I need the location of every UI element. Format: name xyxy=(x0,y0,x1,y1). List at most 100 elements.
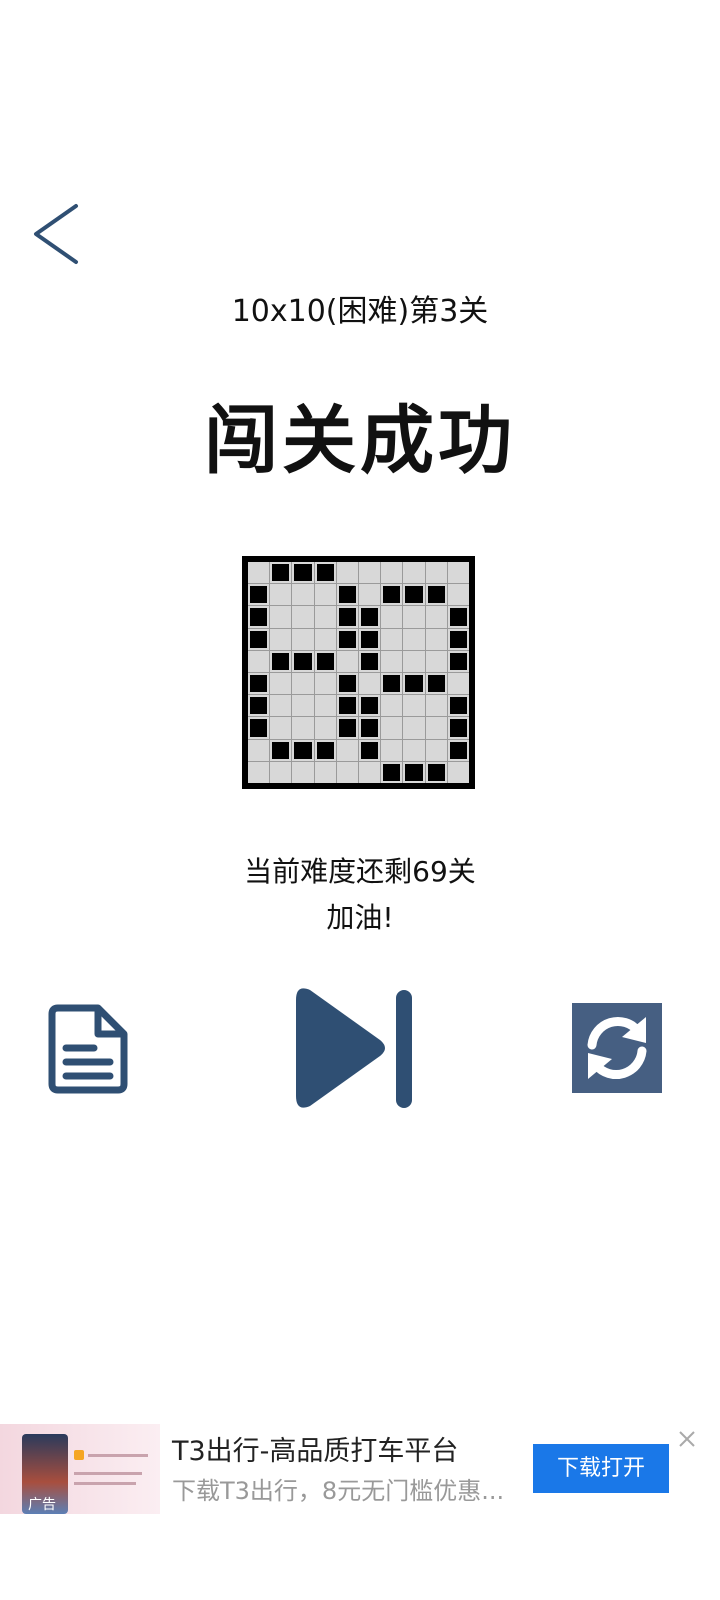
empty-cell xyxy=(336,650,358,672)
puzzle-grid xyxy=(248,562,469,783)
remaining-levels-text: 当前难度还剩69关 xyxy=(244,855,476,888)
next-level-button[interactable] xyxy=(288,984,418,1112)
empty-cell xyxy=(359,673,381,695)
empty-cell xyxy=(248,761,270,783)
filled-cell xyxy=(270,739,292,761)
filled-cell xyxy=(359,739,381,761)
ad-description[interactable]: 下载T3出行，8元无门槛优惠... xyxy=(172,1474,512,1508)
empty-cell xyxy=(314,628,336,650)
ad-thumbnail-text-line xyxy=(88,1454,148,1457)
empty-cell xyxy=(314,584,336,606)
empty-cell xyxy=(270,717,292,739)
filled-cell xyxy=(248,584,270,606)
filled-cell xyxy=(403,584,425,606)
empty-cell xyxy=(248,650,270,672)
empty-cell xyxy=(292,628,314,650)
empty-cell xyxy=(403,695,425,717)
empty-cell xyxy=(314,761,336,783)
ad-banner[interactable]: 广告 T3出行-高品质打车平台 下载T3出行，8元无门槛优惠... 下载打开 xyxy=(0,1420,720,1520)
empty-cell xyxy=(425,695,447,717)
empty-cell xyxy=(447,584,469,606)
rules-button[interactable] xyxy=(46,1000,132,1096)
filled-cell xyxy=(447,606,469,628)
filled-cell xyxy=(336,717,358,739)
empty-cell xyxy=(248,562,270,584)
filled-cell xyxy=(248,673,270,695)
empty-cell xyxy=(381,606,403,628)
filled-cell xyxy=(336,584,358,606)
empty-cell xyxy=(381,717,403,739)
empty-cell xyxy=(425,628,447,650)
filled-cell xyxy=(248,628,270,650)
back-button[interactable] xyxy=(26,200,86,270)
filled-cell xyxy=(248,695,270,717)
empty-cell xyxy=(359,584,381,606)
ad-tag: 广告 xyxy=(28,1497,56,1513)
close-icon xyxy=(679,1431,695,1447)
ad-download-button[interactable]: 下载打开 xyxy=(533,1444,669,1493)
empty-cell xyxy=(381,628,403,650)
empty-cell xyxy=(403,606,425,628)
empty-cell xyxy=(425,562,447,584)
empty-cell xyxy=(381,739,403,761)
empty-cell xyxy=(292,761,314,783)
filled-cell xyxy=(248,606,270,628)
empty-cell xyxy=(381,695,403,717)
filled-cell xyxy=(447,628,469,650)
filled-cell xyxy=(270,562,292,584)
empty-cell xyxy=(314,717,336,739)
filled-cell xyxy=(336,628,358,650)
filled-cell xyxy=(447,695,469,717)
empty-cell xyxy=(381,650,403,672)
empty-cell xyxy=(336,761,358,783)
empty-cell xyxy=(403,739,425,761)
filled-cell xyxy=(359,717,381,739)
empty-cell xyxy=(292,695,314,717)
ad-thumbnail-text-line xyxy=(74,1472,142,1475)
empty-cell xyxy=(403,650,425,672)
filled-cell xyxy=(336,606,358,628)
document-icon xyxy=(48,1004,128,1094)
filled-cell xyxy=(314,739,336,761)
filled-cell xyxy=(359,628,381,650)
empty-cell xyxy=(292,606,314,628)
ad-thumbnail[interactable]: 广告 xyxy=(0,1424,160,1514)
empty-cell xyxy=(425,650,447,672)
empty-cell xyxy=(270,606,292,628)
restart-button[interactable] xyxy=(572,1003,662,1093)
empty-cell xyxy=(248,739,270,761)
empty-cell xyxy=(270,761,292,783)
empty-cell xyxy=(336,562,358,584)
empty-cell xyxy=(270,628,292,650)
empty-cell xyxy=(425,739,447,761)
ad-title[interactable]: T3出行-高品质打车平台 xyxy=(172,1434,458,1470)
empty-cell xyxy=(403,562,425,584)
filled-cell xyxy=(248,717,270,739)
cheer-text: 加油! xyxy=(326,901,394,934)
empty-cell xyxy=(403,628,425,650)
empty-cell xyxy=(359,761,381,783)
filled-cell xyxy=(359,650,381,672)
empty-cell xyxy=(447,562,469,584)
filled-cell xyxy=(447,739,469,761)
filled-cell xyxy=(336,695,358,717)
empty-cell xyxy=(336,739,358,761)
ad-close-button[interactable] xyxy=(676,1428,698,1450)
empty-cell xyxy=(359,562,381,584)
empty-cell xyxy=(292,584,314,606)
filled-cell xyxy=(292,650,314,672)
filled-cell xyxy=(447,717,469,739)
empty-cell xyxy=(403,717,425,739)
filled-cell xyxy=(314,562,336,584)
filled-cell xyxy=(359,606,381,628)
empty-cell xyxy=(314,606,336,628)
empty-cell xyxy=(292,673,314,695)
filled-cell xyxy=(314,650,336,672)
filled-cell xyxy=(403,761,425,783)
empty-cell xyxy=(270,673,292,695)
empty-cell xyxy=(425,606,447,628)
refresh-icon xyxy=(572,1003,662,1093)
empty-cell xyxy=(292,717,314,739)
chevron-left-icon xyxy=(34,204,78,264)
filled-cell xyxy=(292,562,314,584)
